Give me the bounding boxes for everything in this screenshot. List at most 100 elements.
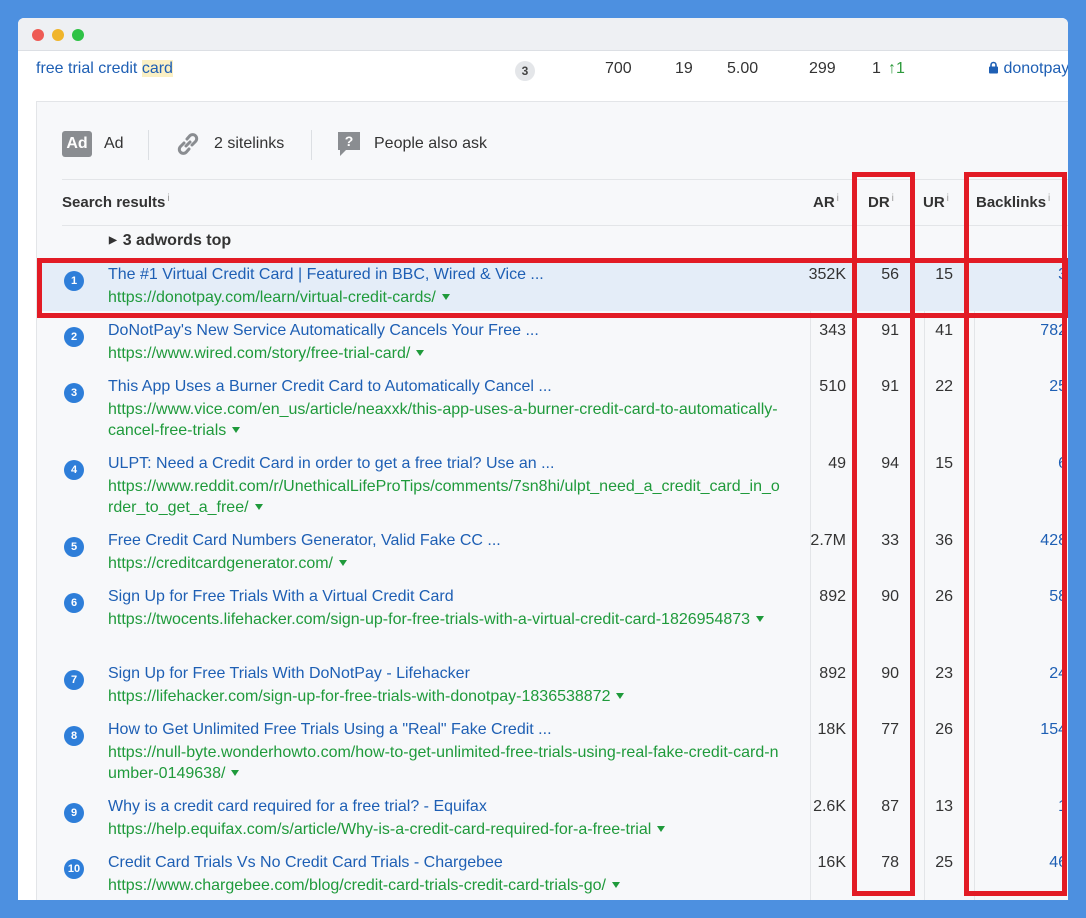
highlight-backlinks-column-box [964, 172, 1067, 896]
position-badge: 3 [64, 383, 84, 403]
result-title-link[interactable]: This App Uses a Burner Credit Card to Au… [108, 378, 552, 396]
dropdown-caret-icon[interactable] [232, 427, 241, 433]
position-badge: 6 [64, 593, 84, 613]
result-title-link[interactable]: DoNotPay's New Service Automatically Can… [108, 322, 539, 340]
info-icon[interactable]: i [947, 193, 949, 204]
serp-features-count-badge[interactable]: 3 [515, 61, 535, 81]
feature-sitelinks-label: 2 sitelinks [214, 135, 285, 152]
dropdown-caret-icon[interactable] [611, 882, 620, 888]
ar-value: 510 [819, 378, 846, 395]
ranking-domain-text: donotpay [1003, 60, 1068, 77]
result-title-link[interactable]: Why is a credit card required for a free… [108, 798, 487, 816]
feature-ad-label: Ad [104, 135, 124, 152]
ar-header-label: AR [813, 194, 835, 211]
ar-value: 49 [828, 455, 846, 472]
ur-value: 23 [935, 665, 953, 682]
ur-value: 36 [935, 532, 953, 549]
adwords-label: 3 adwords top [122, 232, 232, 249]
triangle-right-icon: ▶ [109, 235, 117, 246]
ur-value: 26 [935, 721, 953, 738]
dropdown-caret-icon[interactable] [254, 504, 263, 510]
dropdown-caret-icon[interactable] [416, 350, 425, 356]
divider [148, 130, 149, 160]
clicks-value: 299 [809, 60, 836, 77]
highlight-dr-column-box [852, 172, 915, 896]
result-url: https://creditcardgenerator.com/ [108, 553, 780, 574]
keyword-text: free trial credit [36, 60, 142, 77]
result-title-link[interactable]: Credit Card Trials Vs No Credit Card Tri… [108, 854, 503, 872]
result-title-link[interactable]: How to Get Unlimited Free Trials Using a… [108, 721, 552, 739]
lock-icon [989, 61, 998, 74]
ur-value: 15 [935, 455, 953, 472]
result-url-link[interactable]: https://creditcardgenerator.com/ [108, 555, 333, 572]
result-url-link[interactable]: https://help.equifax.com/s/article/Why-i… [108, 821, 651, 838]
result-title-link[interactable]: Free Credit Card Numbers Generator, Vali… [108, 532, 501, 550]
result-url-link[interactable]: https://lifehacker.com/sign-up-for-free-… [108, 688, 610, 705]
position-badge: 2 [64, 327, 84, 347]
ar-column-header[interactable]: AR i [813, 193, 839, 211]
keyword-highlight: card [141, 60, 173, 77]
adwords-toggle[interactable]: ▶ 3 adwords top [109, 232, 231, 250]
ur-value: 13 [935, 798, 953, 815]
search-results-header[interactable]: Search results i [62, 193, 170, 211]
feature-paa-label: People also ask [374, 135, 487, 152]
ur-value: 25 [935, 854, 953, 871]
cpc-value: 5.00 [727, 60, 759, 77]
results-table-header: Search results i AR i DR i UR i Backlinks i [62, 179, 1068, 226]
result-url: https://help.equifax.com/s/article/Why-i… [108, 819, 780, 840]
ar-value: 343 [819, 322, 846, 339]
dropdown-caret-icon[interactable] [657, 826, 666, 832]
position-badge: 9 [64, 803, 84, 823]
search-results-header-label: Search results [62, 194, 166, 211]
result-url-link[interactable]: https://www.vice.com/en_us/article/neaxx… [108, 401, 778, 439]
result-url: https://www.reddit.com/r/UnethicalLifePr… [108, 476, 780, 518]
position-badge: 4 [64, 460, 84, 480]
ur-column-header[interactable]: UR i [923, 193, 949, 211]
result-url: https://lifehacker.com/sign-up-for-free-… [108, 686, 780, 707]
feature-ad: Ad Ad [62, 124, 124, 164]
position-change-value: 1 [896, 60, 905, 77]
dropdown-caret-icon[interactable] [231, 770, 240, 776]
minimize-window-button[interactable] [52, 29, 64, 41]
ar-value: 2.7M [810, 532, 846, 549]
position-badge: 8 [64, 726, 84, 746]
question-bubble-icon: ? [338, 132, 360, 156]
info-icon[interactable]: i [167, 193, 169, 204]
feature-sitelinks: 2 sitelinks [174, 124, 284, 164]
position-badge: 7 [64, 670, 84, 690]
position-value: 1 [872, 60, 881, 77]
window-titlebar [18, 18, 1068, 51]
ar-value: 2.6K [813, 798, 846, 815]
dropdown-caret-icon[interactable] [756, 616, 765, 622]
ranking-domain-link[interactable]: donotpay [988, 60, 1068, 78]
maximize-window-button[interactable] [72, 29, 84, 41]
result-url-link[interactable]: https://null-byte.wonderhowto.com/how-to… [108, 744, 778, 782]
feature-people-also-ask: ? People also ask [336, 124, 487, 164]
dropdown-caret-icon[interactable] [616, 693, 625, 699]
result-url-link[interactable]: https://www.wired.com/story/free-trial-c… [108, 345, 410, 362]
result-url: https://www.wired.com/story/free-trial-c… [108, 343, 780, 364]
ad-icon: Ad [62, 131, 92, 157]
result-url: https://twocents.lifehacker.com/sign-up-… [108, 609, 780, 630]
result-title-link[interactable]: ULPT: Need a Credit Card in order to get… [108, 455, 554, 473]
info-icon[interactable]: i [837, 193, 839, 204]
position-badge: 10 [64, 859, 84, 879]
result-url: https://www.chargebee.com/blog/credit-ca… [108, 875, 780, 896]
position-badge: 5 [64, 537, 84, 557]
result-title-link[interactable]: Sign Up for Free Trials With a Virtual C… [108, 588, 454, 606]
result-title-link[interactable]: Sign Up for Free Trials With DoNotPay - … [108, 665, 470, 683]
keyword-row: free trial credit card 3 700 19 5.00 299… [18, 50, 1068, 90]
arrow-up-icon: ↑ [888, 60, 896, 77]
result-url-link[interactable]: https://twocents.lifehacker.com/sign-up-… [108, 611, 750, 628]
close-window-button[interactable] [32, 29, 44, 41]
volume-value: 700 [605, 60, 632, 77]
result-url: https://www.vice.com/en_us/article/neaxx… [108, 399, 780, 441]
result-url-link[interactable]: https://www.chargebee.com/blog/credit-ca… [108, 877, 606, 894]
keyword-link[interactable]: free trial credit card [36, 60, 173, 78]
ur-header-label: UR [923, 194, 945, 211]
svg-text:?: ? [345, 133, 354, 149]
result-url-link[interactable]: https://www.reddit.com/r/UnethicalLifePr… [108, 478, 780, 516]
dropdown-caret-icon[interactable] [339, 560, 347, 566]
kd-value: 19 [675, 60, 693, 77]
ur-value: 26 [935, 588, 953, 605]
